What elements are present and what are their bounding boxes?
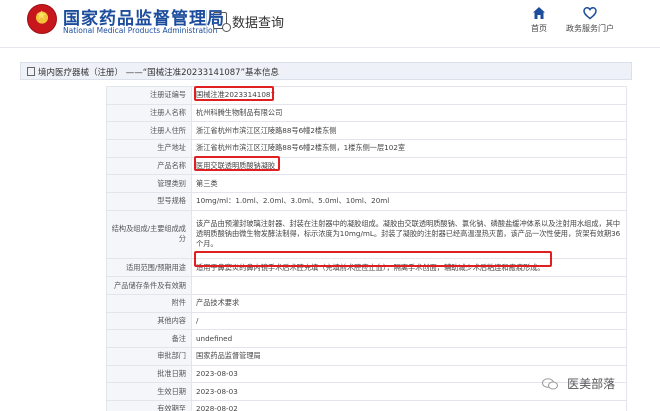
watermark-text: 医美部落: [567, 377, 616, 391]
data-query-icon: [213, 12, 231, 32]
field-label: 产品名称: [106, 156, 192, 176]
field-value: 浙江省杭州市滨江区江陵路88号6幢2楼东侧，1楼东侧一层102室: [191, 139, 627, 158]
document-icon: [27, 67, 35, 76]
field-value: 第三类: [191, 174, 627, 194]
field-label: 备注: [106, 329, 192, 349]
field-value: [191, 276, 627, 295]
detail-table: 注册证编号 国械注准20233141087 注册人名称 杭州科腾生物制品有限公司 注册人…: [106, 86, 627, 411]
field-label: 产品储存条件及有效期: [106, 276, 192, 295]
field-value: 国家药品监督管理局: [191, 347, 627, 366]
table-row: 生产地址 浙江省杭州市滨江区江陵路88号6幢2楼东侧，1楼东侧一层102室: [106, 139, 627, 158]
table-row: 注册人住所 浙江省杭州市滨江区江陵路88号6幢2楼东侧: [106, 121, 627, 141]
table-row: 其他内容 /: [106, 311, 627, 331]
highlight-intended-use: [194, 251, 552, 267]
table-row: 有效期至 2028-08-02: [106, 400, 627, 411]
national-emblem-icon: [27, 4, 57, 34]
watermark: 医美部落: [542, 373, 615, 392]
field-label: 管理类别: [106, 174, 192, 194]
field-label: 生效日期: [106, 382, 192, 402]
data-query-label[interactable]: 数据查询: [232, 12, 284, 31]
field-label: 适用范围/预期用途: [106, 257, 192, 278]
site-header: 国家药品监督管理局 National Medical Products Admi…: [0, 0, 660, 48]
field-label: 注册证编号: [106, 86, 192, 105]
breadcrumb-bar: 境内医疗器械（注册） ——“国械注准20233141087”基本信息: [20, 62, 632, 80]
table-row: 产品名称 医用交联透明质酸钠凝胶: [106, 156, 627, 176]
heart-icon: [583, 7, 597, 20]
field-label: 附件: [106, 294, 192, 313]
table-row: 附件 产品技术要求: [106, 294, 627, 313]
field-label: 注册人住所: [106, 121, 192, 141]
table-row: 型号规格 10mg/ml：1.0ml、2.0ml、3.0ml、5.0ml、10ml…: [106, 192, 627, 211]
field-value: 浙江省杭州市滨江区江陵路88号6幢2楼东侧: [191, 121, 627, 141]
field-value: 2028-08-02: [191, 400, 627, 411]
field-label: 生产地址: [106, 139, 192, 158]
field-value: undefined: [191, 329, 627, 349]
table-row: 注册证编号 国械注准20233141087: [106, 86, 627, 105]
table-row: 审批部门 国家药品监督管理局: [106, 347, 627, 366]
home-icon: [533, 7, 545, 19]
field-label: 审批部门: [106, 347, 192, 366]
breadcrumb: 境内医疗器械（注册） ——“国械注准20233141087”基本信息: [38, 68, 279, 78]
field-label: 注册人名称: [106, 103, 192, 123]
field-label: 批准日期: [106, 364, 192, 384]
table-row: 注册人名称 杭州科腾生物制品有限公司: [106, 103, 627, 123]
nav-gov-service[interactable]: 政务服务门户: [560, 6, 620, 34]
field-value: /: [191, 311, 627, 331]
wechat-icon: [542, 377, 558, 389]
field-value: 产品技术要求: [191, 294, 627, 313]
field-label: 型号规格: [106, 192, 192, 211]
nav-gov-service-label: 政务服务门户: [566, 24, 614, 33]
field-label: 结构及组成/主要组成成分: [106, 209, 192, 259]
nav-home-label: 首页: [531, 24, 547, 33]
site-subtitle: National Medical Products Administration: [63, 26, 218, 35]
field-label: 有效期至: [106, 400, 192, 411]
field-value: 10mg/ml：1.0ml、2.0ml、3.0ml、5.0ml、10ml、20m…: [191, 192, 627, 211]
nav-home[interactable]: 首页: [524, 6, 554, 34]
table-row: 备注 undefined: [106, 329, 627, 349]
header-divider: [206, 10, 207, 34]
highlight-registration-number: [194, 86, 274, 101]
highlight-product-name: [194, 156, 280, 171]
table-row: 管理类别 第三类: [106, 174, 627, 194]
table-row: 产品储存条件及有效期: [106, 276, 627, 295]
field-value: 杭州科腾生物制品有限公司: [191, 103, 627, 123]
field-label: 其他内容: [106, 311, 192, 331]
